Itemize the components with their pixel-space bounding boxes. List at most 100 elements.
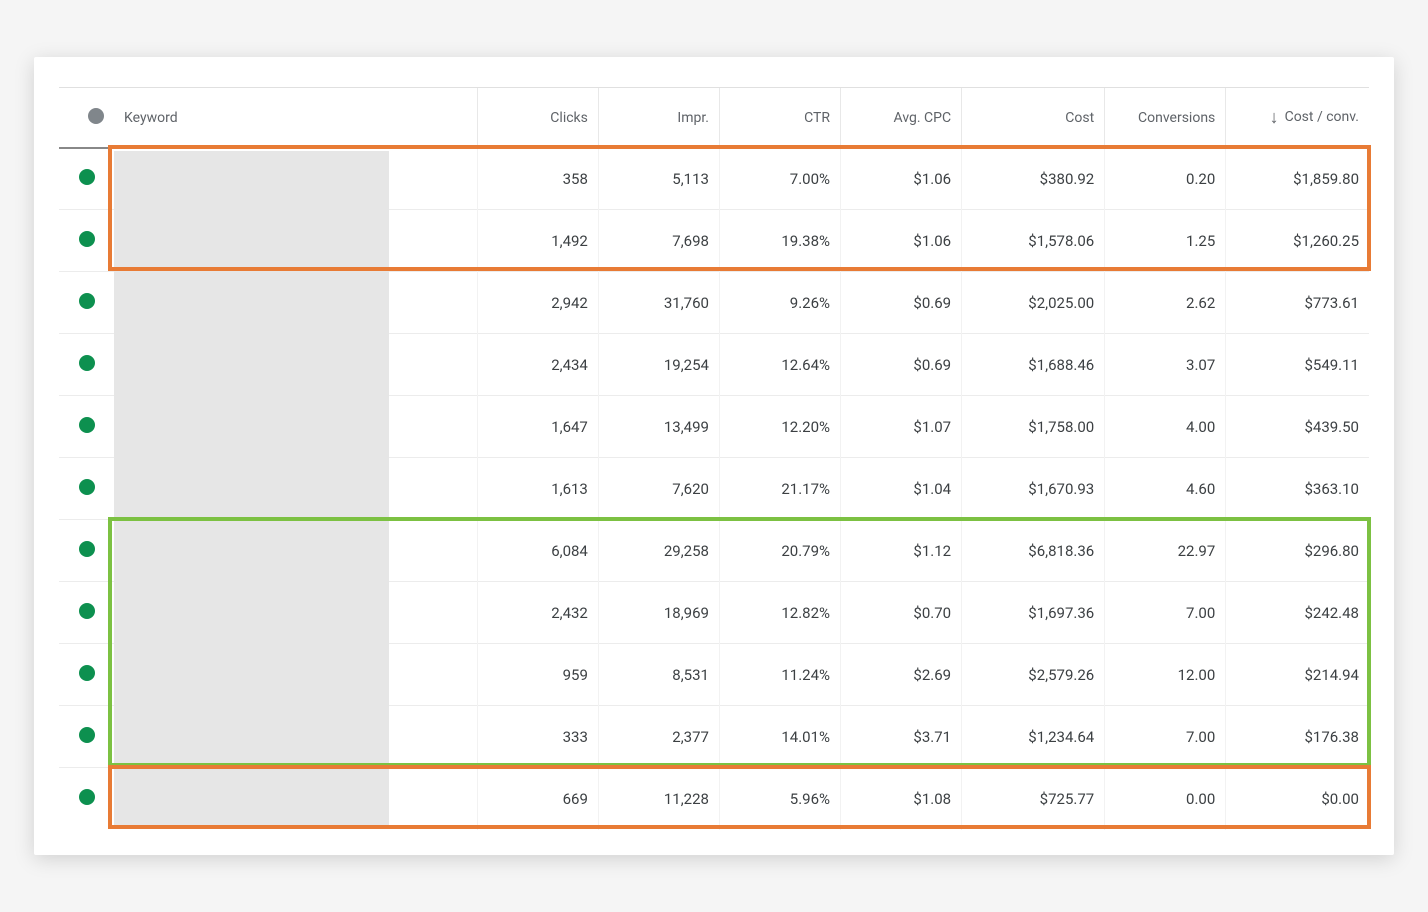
impr-cell: 18,969 (598, 582, 719, 644)
impr-cell: 31,760 (598, 272, 719, 334)
clicks-cell: 1,492 (477, 210, 598, 272)
cost_conv-cell: $242.48 (1226, 582, 1369, 644)
cost-cell: $2,025.00 (962, 272, 1105, 334)
column-header-keyword[interactable]: Keyword (114, 88, 477, 148)
ctr-cell: 21.17% (719, 458, 840, 520)
clicks-cell: 6,084 (477, 520, 598, 582)
cost_conv-cell: $1,859.80 (1226, 148, 1369, 210)
status-cell[interactable] (59, 148, 114, 210)
status-active-icon (79, 603, 95, 619)
conversions-cell: 7.00 (1105, 706, 1226, 768)
status-cell[interactable] (59, 272, 114, 334)
cost_conv-cell: $214.94 (1226, 644, 1369, 706)
table-container: Keyword Clicks Impr. CTR Avg. CPC Cost C… (59, 87, 1369, 830)
avg_cpc-cell: $0.69 (841, 334, 962, 396)
impr-cell: 11,228 (598, 768, 719, 830)
status-active-icon (79, 231, 95, 247)
cost_conv-cell: $363.10 (1226, 458, 1369, 520)
conversions-cell: 12.00 (1105, 644, 1226, 706)
cost-cell: $2,579.26 (962, 644, 1105, 706)
ctr-cell: 14.01% (719, 706, 840, 768)
redacted-keyword-overlay (114, 151, 389, 825)
column-header-status[interactable] (59, 88, 114, 148)
status-cell[interactable] (59, 210, 114, 272)
impr-cell: 8,531 (598, 644, 719, 706)
status-cell[interactable] (59, 706, 114, 768)
sort-descending-icon: ↓ (1270, 107, 1279, 128)
conversions-cell: 2.62 (1105, 272, 1226, 334)
clicks-cell: 1,613 (477, 458, 598, 520)
clicks-cell: 2,942 (477, 272, 598, 334)
cost_conv-cell: $0.00 (1226, 768, 1369, 830)
conversions-cell: 0.20 (1105, 148, 1226, 210)
status-cell[interactable] (59, 458, 114, 520)
impr-cell: 2,377 (598, 706, 719, 768)
impr-cell: 19,254 (598, 334, 719, 396)
status-cell[interactable] (59, 768, 114, 830)
cost-cell: $1,234.64 (962, 706, 1105, 768)
avg_cpc-cell: $3.71 (841, 706, 962, 768)
column-header-conversions[interactable]: Conversions (1105, 88, 1226, 148)
clicks-cell: 333 (477, 706, 598, 768)
conversions-cell: 1.25 (1105, 210, 1226, 272)
avg_cpc-cell: $0.69 (841, 272, 962, 334)
avg_cpc-cell: $0.70 (841, 582, 962, 644)
avg_cpc-cell: $1.04 (841, 458, 962, 520)
column-header-impr[interactable]: Impr. (598, 88, 719, 148)
impr-cell: 7,698 (598, 210, 719, 272)
status-cell[interactable] (59, 644, 114, 706)
column-header-ctr[interactable]: CTR (719, 88, 840, 148)
status-active-icon (79, 355, 95, 371)
ctr-cell: 12.20% (719, 396, 840, 458)
cost-cell: $1,688.46 (962, 334, 1105, 396)
ctr-cell: 19.38% (719, 210, 840, 272)
conversions-cell: 4.60 (1105, 458, 1226, 520)
status-cell[interactable] (59, 334, 114, 396)
avg_cpc-cell: $1.07 (841, 396, 962, 458)
status-header-dot-icon (88, 108, 104, 124)
clicks-cell: 2,434 (477, 334, 598, 396)
impr-cell: 5,113 (598, 148, 719, 210)
status-cell[interactable] (59, 396, 114, 458)
avg_cpc-cell: $2.69 (841, 644, 962, 706)
status-active-icon (79, 169, 95, 185)
clicks-cell: 669 (477, 768, 598, 830)
cost_conv-cell: $176.38 (1226, 706, 1369, 768)
ctr-cell: 20.79% (719, 520, 840, 582)
clicks-cell: 1,647 (477, 396, 598, 458)
clicks-cell: 959 (477, 644, 598, 706)
column-header-cost[interactable]: Cost (962, 88, 1105, 148)
column-header-avg-cpc[interactable]: Avg. CPC (841, 88, 962, 148)
cost_conv-cell: $296.80 (1226, 520, 1369, 582)
ctr-cell: 9.26% (719, 272, 840, 334)
impr-cell: 13,499 (598, 396, 719, 458)
column-header-cost-conv[interactable]: ↓ Cost / conv. (1226, 88, 1369, 148)
ctr-cell: 12.64% (719, 334, 840, 396)
cost-cell: $1,697.36 (962, 582, 1105, 644)
conversions-cell: 7.00 (1105, 582, 1226, 644)
cost-cell: $6,818.36 (962, 520, 1105, 582)
cost-conv-label: Cost / conv. (1285, 109, 1359, 126)
status-active-icon (79, 665, 95, 681)
cost_conv-cell: $1,260.25 (1226, 210, 1369, 272)
status-cell[interactable] (59, 520, 114, 582)
status-cell[interactable] (59, 582, 114, 644)
ctr-cell: 7.00% (719, 148, 840, 210)
cost-cell: $1,758.00 (962, 396, 1105, 458)
conversions-cell: 22.97 (1105, 520, 1226, 582)
keywords-report-card: Keyword Clicks Impr. CTR Avg. CPC Cost C… (34, 57, 1394, 855)
impr-cell: 29,258 (598, 520, 719, 582)
column-header-clicks[interactable]: Clicks (477, 88, 598, 148)
ctr-cell: 12.82% (719, 582, 840, 644)
clicks-cell: 2,432 (477, 582, 598, 644)
conversions-cell: 4.00 (1105, 396, 1226, 458)
impr-cell: 7,620 (598, 458, 719, 520)
avg_cpc-cell: $1.12 (841, 520, 962, 582)
status-active-icon (79, 293, 95, 309)
status-active-icon (79, 727, 95, 743)
conversions-cell: 0.00 (1105, 768, 1226, 830)
ctr-cell: 11.24% (719, 644, 840, 706)
status-active-icon (79, 541, 95, 557)
cost-cell: $1,670.93 (962, 458, 1105, 520)
cost_conv-cell: $549.11 (1226, 334, 1369, 396)
